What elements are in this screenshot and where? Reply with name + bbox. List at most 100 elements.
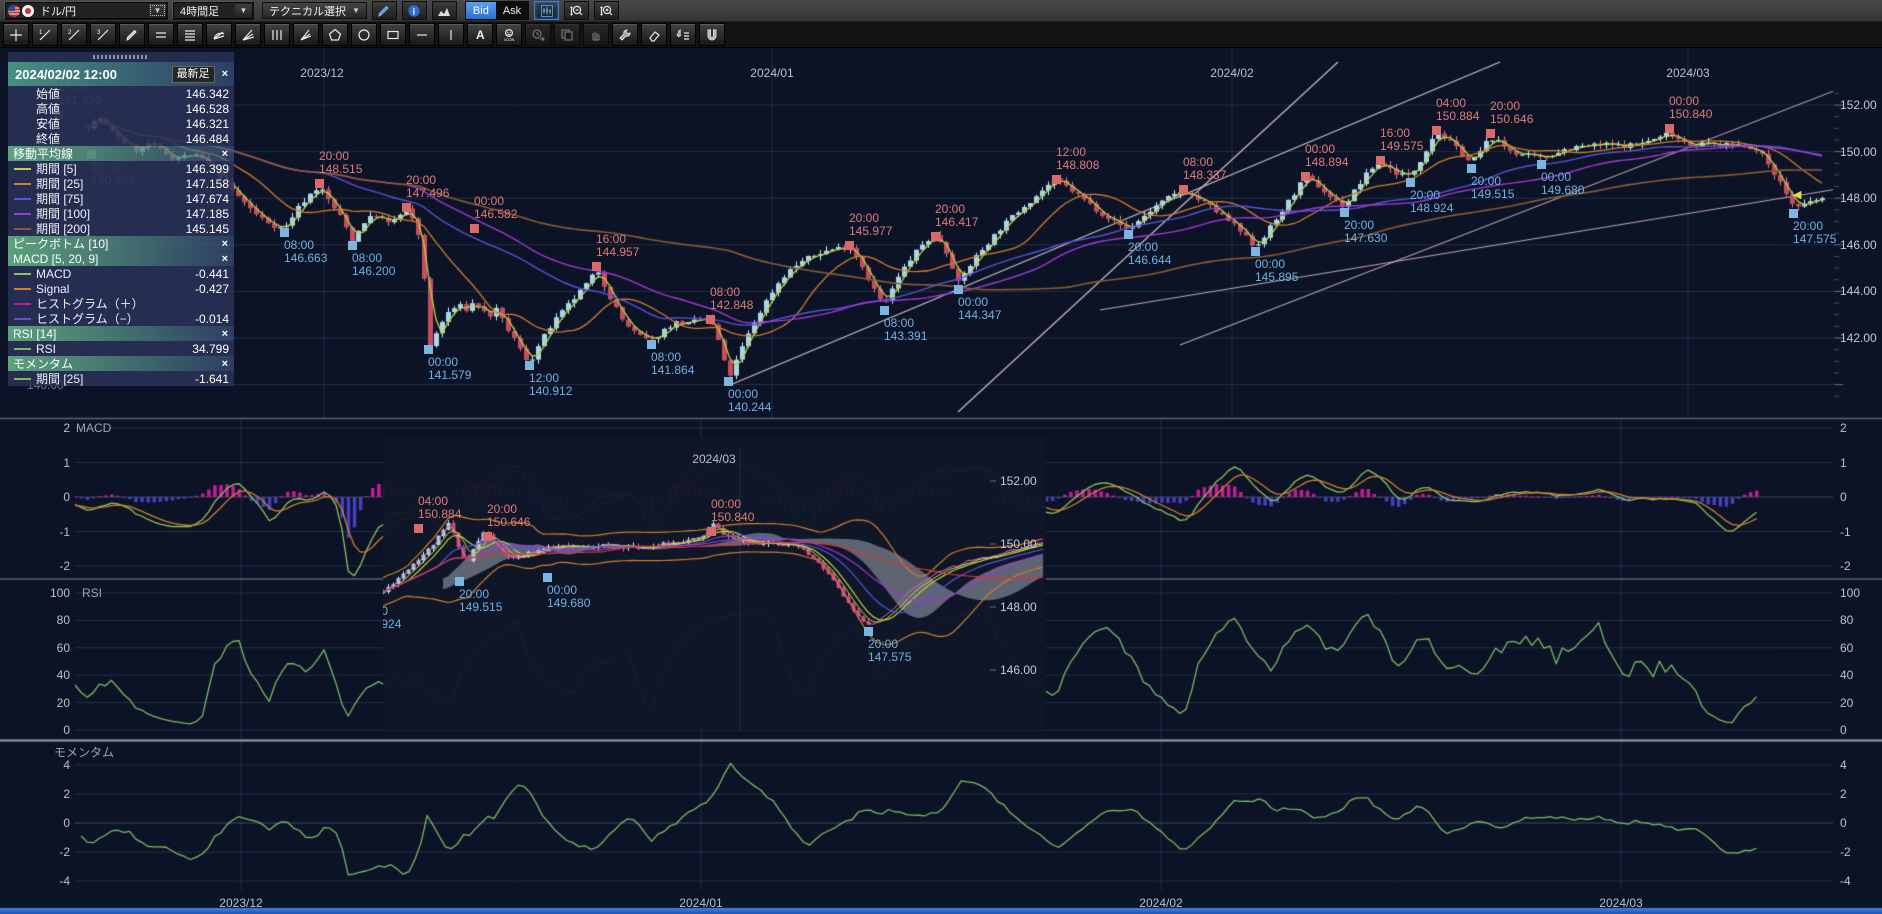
hand-tool-button — [583, 23, 609, 46]
panel-row: 期間 [75]147.674 — [8, 191, 234, 206]
row-value: -0.014 — [195, 312, 234, 326]
horizontal-line-tool-button[interactable] — [409, 23, 435, 46]
pencil-tool-button[interactable] — [119, 23, 145, 46]
row-value: 146.342 — [186, 87, 234, 101]
latest-bar-badge[interactable]: 最新足 — [172, 66, 215, 83]
row-value: 146.321 — [186, 117, 234, 131]
drawing-toolbar: 1 2 3 A ICON — [0, 22, 1882, 48]
close-icon[interactable]: × — [215, 253, 234, 265]
series-color-swatch — [14, 228, 31, 230]
panel-row: 終値146.484 — [8, 131, 234, 146]
trendline-2-tool-button[interactable]: 2 — [61, 23, 87, 46]
rectangle-tool-button[interactable] — [380, 23, 406, 46]
indicator-section-header: RSI [14]× — [8, 326, 234, 341]
indicator-section-header: ピークボトム [10]× — [8, 236, 234, 251]
close-icon[interactable]: × — [215, 148, 234, 160]
pentagon-tool-button[interactable] — [322, 23, 348, 46]
fibonacci-retracement-tool-button[interactable] — [177, 23, 203, 46]
technical-select-label: テクニカル選択 — [269, 3, 346, 19]
panel-row: 始値146.342 — [8, 86, 234, 101]
series-color-swatch — [14, 303, 31, 305]
top-toolbar: ドル/円 ▼ 4時間足 ▼ テクニカル選択 ▼ i Bid Ask — [0, 0, 1882, 22]
bid-ask-toggle: Bid Ask — [465, 1, 529, 20]
fan-lines-tool-button[interactable] — [235, 23, 261, 46]
series-color-swatch — [14, 273, 31, 275]
timeframe-dropdown-button[interactable]: ▼ — [235, 4, 252, 17]
row-value: 146.399 — [186, 162, 234, 176]
panel-row: RSI34.799 — [8, 341, 234, 356]
ask-button[interactable]: Ask — [496, 2, 528, 19]
info-icon[interactable]: i — [402, 1, 427, 20]
copy-tool-button — [554, 23, 580, 46]
indicator-info-panel: 2024/02/02 12:00 最新足 × 始値146.342高値146.52… — [8, 52, 234, 386]
section-title: RSI [14] — [8, 327, 215, 341]
row-value: 147.674 — [186, 192, 234, 206]
wrench-tool-button[interactable] — [612, 23, 638, 46]
crosshair-tool-button[interactable] — [3, 23, 29, 46]
series-color-swatch — [14, 318, 31, 320]
section-title: MACD [5, 20, 9] — [8, 252, 215, 266]
svg-text:i: i — [413, 6, 416, 16]
magnet-tool-button[interactable] — [699, 23, 725, 46]
japan-flag-icon — [22, 5, 34, 17]
ellipse-tool-button[interactable] — [351, 23, 377, 46]
gann-fan-tool-button[interactable] — [293, 23, 319, 46]
row-value: 147.158 — [186, 177, 234, 191]
chart-canvas[interactable] — [0, 0, 1882, 914]
close-icon[interactable]: × — [215, 68, 234, 80]
panel-row: 高値146.528 — [8, 101, 234, 116]
close-icon[interactable]: × — [215, 358, 234, 370]
vertical-line-tool-button[interactable] — [438, 23, 464, 46]
text-tool-button[interactable]: A — [467, 23, 493, 46]
row-value: 145.145 — [186, 222, 234, 236]
us-flag-icon — [8, 5, 20, 17]
row-label: 期間 [25] — [36, 370, 195, 387]
panel-row: 期間 [200]145.145 — [8, 221, 234, 236]
panel-drag-handle[interactable] — [8, 52, 234, 62]
zoom-in-icon[interactable] — [594, 1, 619, 20]
svg-text:3: 3 — [97, 30, 101, 36]
series-color-swatch — [14, 213, 31, 215]
row-label: RSI — [36, 342, 192, 356]
vertical-lines-tool-button[interactable] — [264, 23, 290, 46]
row-label: ヒストグラム（−） — [36, 310, 195, 327]
series-color-swatch — [14, 378, 31, 380]
series-color-swatch — [14, 348, 31, 350]
fan-arc-tool-button[interactable] — [206, 23, 232, 46]
timeframe-selector[interactable]: 4時間足 ▼ — [172, 1, 254, 20]
indicator-section-header: 移動平均線× — [8, 146, 234, 161]
svg-text:A: A — [476, 28, 485, 42]
timeframe-label: 4時間足 — [176, 3, 233, 19]
parallel-lines-tool-button[interactable] — [148, 23, 174, 46]
panel-row: MACD-0.441 — [8, 266, 234, 281]
trendline-3-tool-button[interactable]: 3 — [90, 23, 116, 46]
technical-select-button[interactable]: テクニカル選択 ▼ — [262, 2, 367, 19]
row-label: Signal — [36, 282, 195, 296]
candle-chart-icon[interactable] — [534, 1, 559, 20]
icon-stamp-tool-button[interactable]: ICON — [496, 23, 522, 46]
svg-text:2: 2 — [68, 30, 72, 36]
indicator-settings-tool-button[interactable] — [670, 23, 696, 46]
panel-row: 期間 [25]147.158 — [8, 176, 234, 191]
history-clock-tool-button — [525, 23, 551, 46]
eraser-tool-button[interactable] — [641, 23, 667, 46]
svg-text:ICON: ICON — [504, 37, 514, 42]
series-color-swatch — [14, 183, 31, 185]
series-color-swatch — [14, 168, 31, 170]
trendline-1-tool-button[interactable]: 1 — [32, 23, 58, 46]
row-value: -0.441 — [195, 267, 234, 281]
zoom-out-icon[interactable] — [564, 1, 589, 20]
area-chart-icon[interactable] — [432, 1, 457, 20]
panel-row: 安値146.321 — [8, 116, 234, 131]
panel-row: Signal-0.427 — [8, 281, 234, 296]
fx-chart-app: ドル/円 ▼ 4時間足 ▼ テクニカル選択 ▼ i Bid Ask 1 2 3 A IC… — [0, 0, 1882, 914]
panel-row: ヒストグラム（−）-0.014 — [8, 311, 234, 326]
pair-dropdown-button[interactable]: ▼ — [149, 4, 166, 17]
bar-datetime: 2024/02/02 12:00 — [8, 67, 172, 82]
row-label: MACD — [36, 267, 195, 281]
bid-button[interactable]: Bid — [466, 2, 496, 19]
close-icon[interactable]: × — [215, 238, 234, 250]
currency-pair-selector[interactable]: ドル/円 ▼ — [4, 1, 168, 20]
draw-pencil-icon[interactable] — [372, 1, 397, 20]
close-icon[interactable]: × — [215, 328, 234, 340]
